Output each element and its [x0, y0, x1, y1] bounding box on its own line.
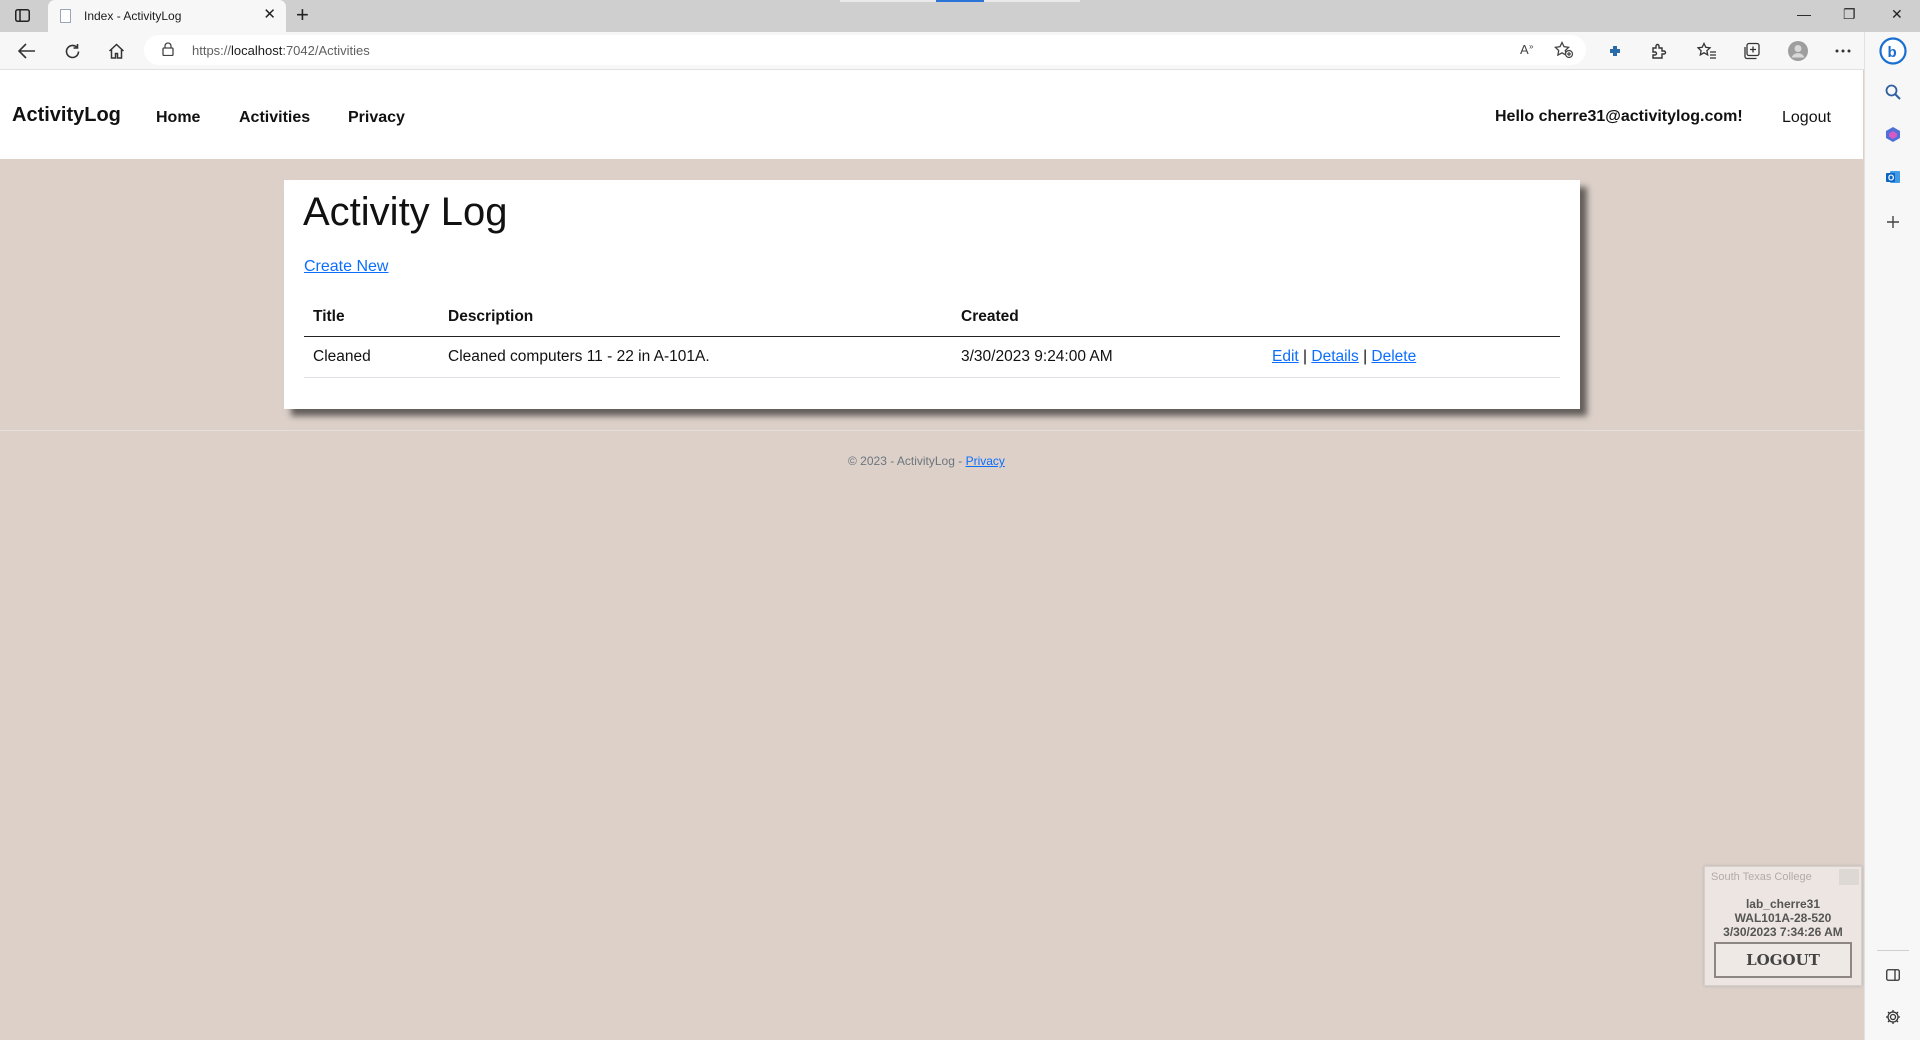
add-sidebar-app-icon[interactable]: [1882, 211, 1904, 233]
url-text[interactable]: https://localhost:7042/Activities: [192, 43, 370, 58]
footer: © 2023 - ActivityLog - Privacy: [848, 454, 1005, 468]
new-tab-icon[interactable]: +: [296, 4, 309, 26]
cell-description: Cleaned computers 11 - 22 in A-101A.: [448, 348, 710, 365]
sidebar-divider: [1877, 950, 1909, 951]
session-logout-button[interactable]: LOGOUT: [1714, 942, 1852, 978]
cell-title: Cleaned: [313, 348, 371, 365]
footer-copyright: © 2023 - ActivityLog -: [848, 454, 966, 468]
favorites-icon[interactable]: [1696, 40, 1718, 62]
column-header-title: Title: [313, 308, 345, 325]
lock-icon[interactable]: [162, 42, 174, 61]
cell-created: 3/30/2023 9:24:00 AM: [961, 348, 1113, 365]
settings-gear-icon[interactable]: [1882, 1006, 1904, 1028]
office-icon[interactable]: [1882, 123, 1904, 145]
session-machine: WAL101A-28-520: [1734, 911, 1832, 925]
extensions-icon[interactable]: [1648, 40, 1670, 62]
session-user: lab_cherre31: [1745, 897, 1821, 911]
close-window-icon[interactable]: ✕: [1891, 6, 1903, 23]
brand-link[interactable]: ActivityLog: [12, 104, 121, 127]
bing-chat-icon[interactable]: b: [1879, 37, 1907, 65]
footer-privacy-link[interactable]: Privacy: [966, 454, 1005, 468]
site-navbar: ActivityLog Home Activities Privacy Hell…: [0, 70, 1863, 159]
more-options-icon[interactable]: [1832, 40, 1854, 62]
column-header-created: Created: [961, 308, 1019, 325]
table-row: Cleaned Cleaned computers 11 - 22 in A-1…: [304, 337, 1560, 378]
logout-link[interactable]: Logout: [1782, 109, 1831, 127]
widget-close-button[interactable]: [1839, 869, 1859, 885]
home-icon[interactable]: [105, 40, 127, 62]
search-icon[interactable]: [1882, 81, 1904, 103]
restore-icon[interactable]: ❐: [1843, 6, 1856, 23]
svg-text:»: »: [1529, 42, 1534, 51]
browser-sidebar: b O: [1864, 32, 1920, 1040]
address-bar[interactable]: https://localhost:7042/Activities A»: [144, 35, 1586, 65]
profile-avatar-icon[interactable]: [1787, 40, 1809, 62]
activity-card: Activity Log Create New Title Descriptio…: [284, 180, 1580, 409]
nav-activities[interactable]: Activities: [239, 109, 310, 127]
tab-actions-icon[interactable]: [14, 8, 31, 23]
column-header-description: Description: [448, 308, 534, 325]
page-title: Activity Log: [303, 190, 508, 234]
page-content: ActivityLog Home Activities Privacy Hell…: [0, 70, 1863, 1040]
session-widget: South Texas College lab_cherre31 WAL101A…: [1704, 866, 1862, 986]
read-aloud-icon[interactable]: A»: [1520, 41, 1538, 62]
minimize-icon[interactable]: —: [1797, 6, 1811, 22]
back-icon[interactable]: [16, 40, 38, 62]
tab-activitylog[interactable]: Index - ActivityLog ✕: [48, 0, 286, 32]
create-new-link[interactable]: Create New: [304, 258, 388, 276]
delete-link[interactable]: Delete: [1371, 348, 1416, 365]
college-name: South Texas College: [1711, 871, 1812, 883]
svg-text:O: O: [1888, 174, 1894, 183]
collections-icon[interactable]: [1741, 40, 1763, 62]
user-greeting-link[interactable]: Hello cherre31@activitylog.com!: [1495, 108, 1743, 126]
tab-strip: Index - ActivityLog ✕ + — ❐ ✕: [0, 0, 1920, 32]
refresh-icon[interactable]: [61, 40, 83, 62]
extension-puzzle-blue-icon[interactable]: [1604, 40, 1626, 62]
add-favorite-icon[interactable]: [1553, 40, 1574, 64]
page-favicon-icon: [60, 9, 71, 23]
nav-privacy[interactable]: Privacy: [348, 109, 405, 127]
browser-toolbar: https://localhost:7042/Activities A»: [0, 32, 1920, 70]
title-bar-indicator: [936, 0, 984, 2]
row-actions: Edit | Details | Delete: [1272, 348, 1416, 366]
close-tab-icon[interactable]: ✕: [263, 7, 276, 23]
session-timestamp: 3/30/2023 7:34:26 AM: [1723, 925, 1843, 939]
hide-sidebar-icon[interactable]: [1882, 964, 1904, 986]
tab-title: Index - ActivityLog: [84, 9, 182, 23]
widget-header: South Texas College: [1705, 867, 1861, 887]
nav-home[interactable]: Home: [156, 109, 200, 127]
details-link[interactable]: Details: [1311, 348, 1358, 365]
edit-link[interactable]: Edit: [1272, 348, 1299, 365]
action-separator: |: [1303, 348, 1308, 365]
footer-divider: [0, 430, 1863, 431]
table-header-row: Title Description Created: [304, 298, 1560, 337]
svg-text:b: b: [1888, 44, 1897, 61]
action-separator: |: [1363, 348, 1368, 365]
svg-text:A: A: [1520, 42, 1529, 57]
outlook-icon[interactable]: O: [1882, 166, 1904, 188]
